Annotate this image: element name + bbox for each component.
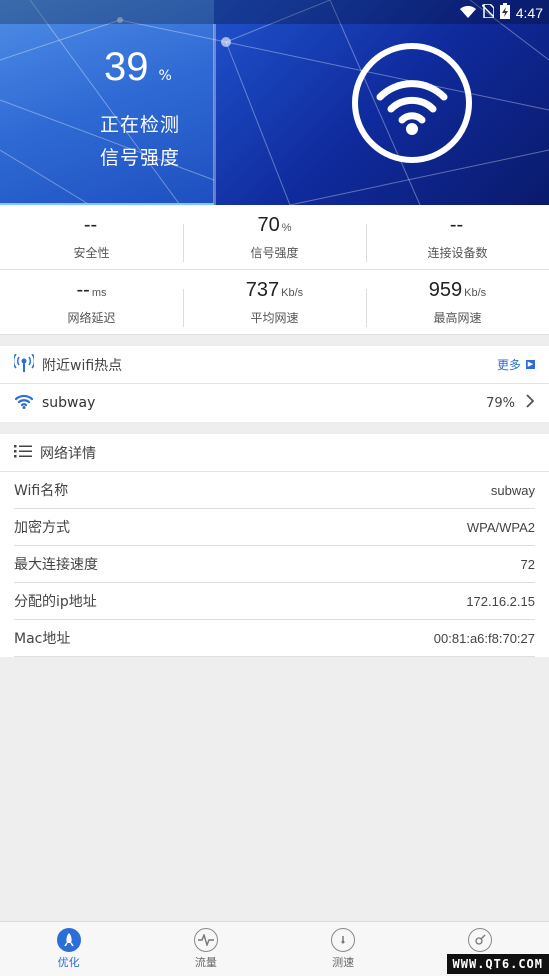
detail-value: subway (490, 482, 535, 498)
speedometer-icon (331, 928, 356, 952)
stat-label: 平均网速 (250, 310, 299, 325)
stat-latency: -- ms 网络延迟 (0, 279, 183, 326)
network-details-section: 网络详情 Wifi名称 subway 加密方式 WPA/WPA2 最大连接速度 … (0, 434, 549, 657)
stat-unit: Kb/s (464, 286, 487, 299)
site-watermark: WWW.QT6.COM (446, 954, 549, 974)
satellite-dish-icon (468, 928, 493, 952)
chevron-right-icon (525, 393, 535, 413)
network-details-title: 网络详情 (40, 445, 96, 462)
arrow-right-icon: ▶ (526, 360, 535, 369)
detail-value: 72 (520, 556, 535, 572)
detection-percent-value: 39 (104, 45, 149, 89)
tab-label: 优化 (57, 956, 80, 969)
stat-label: 信号强度 (250, 245, 299, 260)
wifi-icon (352, 43, 472, 163)
stats-row-2: -- ms 网络延迟 737 Kb/s 平均网速 959 Kb/s 最高网速 (0, 270, 549, 335)
hotspot-antenna-icon (12, 352, 36, 376)
detection-percent: 39 % (104, 45, 172, 90)
more-label: 更多 (496, 358, 521, 372)
detail-key: 加密方式 (14, 520, 70, 536)
wifi-icon (14, 393, 34, 413)
wifi-signal-icon (459, 5, 476, 21)
tab-optimize[interactable]: 优化 (0, 922, 137, 976)
hotspot-name: subway (42, 395, 96, 411)
tab-label: 测速 (332, 956, 355, 969)
stat-label: 最高网速 (433, 310, 482, 325)
status-bar: 4:47 (0, 0, 549, 24)
tab-speed-test[interactable]: 测速 (275, 922, 412, 976)
stat-label: 连接设备数 (427, 245, 488, 260)
list-icon (14, 443, 32, 462)
stat-average-speed: 737 Kb/s 平均网速 (183, 278, 366, 327)
detail-key: 分配的ip地址 (14, 594, 97, 610)
stat-value: -- (83, 213, 98, 236)
stat-label: 安全性 (73, 245, 110, 260)
tab-label: 流量 (194, 956, 217, 969)
stat-value: 70 (257, 213, 280, 236)
detail-key: Wifi名称 (14, 483, 69, 499)
stat-max-speed: 959 Kb/s 最高网速 (366, 278, 549, 327)
nearby-hotspots-section: 附近wifi热点 更多 ▶ subway 79% (0, 346, 549, 422)
detection-status-line2: 信号强度 (100, 147, 181, 169)
stat-unit: ms (91, 286, 107, 299)
hotspot-signal-percent: 79% (486, 395, 515, 411)
stat-value: 737 (245, 278, 280, 301)
more-hotspots-link[interactable]: 更多 ▶ (497, 356, 535, 373)
nearby-hotspots-title: 附近wifi热点 (42, 357, 123, 374)
stat-value: -- (76, 278, 90, 301)
stat-value: 959 (428, 278, 463, 301)
network-stats: -- 安全性 70% 信号强度 -- 连接设备数 -- ms 网络延迟 737 Kb… (0, 205, 549, 335)
detail-key: 最大连接速度 (14, 557, 98, 573)
stat-value: -- (449, 213, 464, 236)
network-details-header: 网络详情 (0, 434, 549, 472)
status-time: 4:47 (515, 4, 543, 21)
detection-percent-unit: % (158, 68, 172, 84)
stat-unit: Kb/s (281, 286, 304, 299)
detection-status-line1: 正在检测 (100, 114, 181, 136)
tab-traffic[interactable]: 流量 (137, 922, 274, 976)
detail-row-mac-address: Mac地址 00:81:a6:f8:70:27 (14, 620, 535, 657)
stat-security: -- 安全性 (0, 214, 183, 261)
stat-connected-devices: -- 连接设备数 (366, 213, 549, 262)
detail-key: Mac地址 (14, 631, 71, 647)
detail-row-ip-address: 分配的ip地址 172.16.2.15 (14, 583, 535, 620)
no-sim-icon (481, 3, 495, 21)
detail-value: 00:81:a6:f8:70:27 (433, 630, 535, 646)
battery-charging-icon (499, 3, 510, 22)
rocket-icon (56, 928, 81, 952)
detail-value: 172.16.2.15 (466, 593, 535, 609)
detail-row-encryption: 加密方式 WPA/WPA2 (14, 509, 535, 546)
detail-row-wifi-name: Wifi名称 subway (14, 472, 535, 509)
pulse-icon (193, 928, 218, 952)
stat-label: 网络延迟 (67, 310, 116, 325)
signal-detection-header: 39 % 正在检测 信号强度 4:47 (0, 0, 549, 205)
stats-row-1: -- 安全性 70% 信号强度 -- 连接设备数 (0, 205, 549, 270)
stat-signal-strength: 70% 信号强度 (183, 213, 366, 262)
hotspot-item[interactable]: subway 79% (0, 384, 549, 422)
detail-value: WPA/WPA2 (466, 519, 535, 535)
detail-row-max-speed: 最大连接速度 72 (14, 546, 535, 583)
stat-unit: % (281, 221, 292, 234)
nearby-hotspots-header: 附近wifi热点 更多 ▶ (0, 346, 549, 384)
panel-divider (213, 24, 216, 205)
